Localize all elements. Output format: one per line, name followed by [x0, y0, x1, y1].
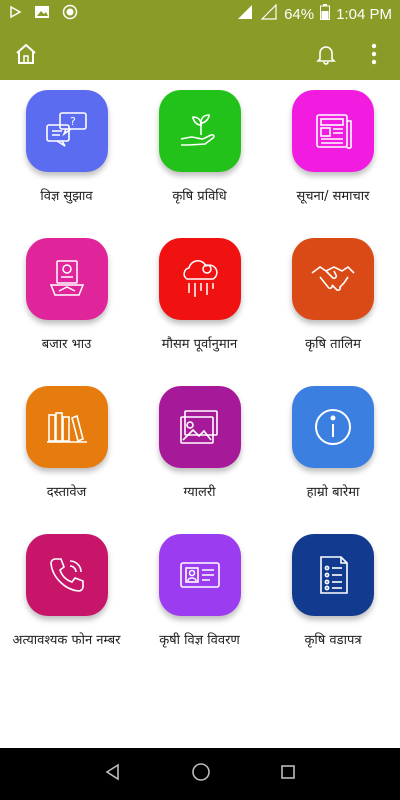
system-nav-bar — [0, 748, 400, 800]
tile-expert-details[interactable]: कृषी विज्ञ विवरण — [133, 534, 266, 668]
id-card-icon — [158, 534, 241, 616]
home-icon[interactable] — [12, 40, 40, 68]
tile-label: अत्यावश्यक फोन नम्बर — [12, 633, 121, 648]
home-circle-icon[interactable] — [191, 762, 211, 786]
chat-question-icon: ? — [25, 90, 108, 172]
books-icon — [25, 386, 108, 468]
tile-label: दस्तावेज — [46, 485, 87, 500]
battery-icon — [320, 4, 331, 24]
market-price-icon — [25, 238, 108, 320]
newspaper-icon — [292, 90, 374, 172]
tile-market-price[interactable]: बजार भाउ — [0, 238, 133, 372]
more-vert-icon[interactable] — [360, 40, 388, 68]
svg-text:?: ? — [70, 115, 76, 128]
info-icon — [292, 386, 374, 468]
tile-citizen-charter[interactable]: कृषि वडापत्र — [266, 534, 400, 668]
tile-about-us[interactable]: हाम्रो बारेमा — [266, 386, 400, 520]
play-icon — [8, 5, 22, 23]
tile-label: कृषि वडापत्र — [304, 633, 362, 648]
battery-percent: 64% — [284, 5, 315, 23]
tile-label: विज्ञ सुझाव — [40, 189, 93, 204]
image-icon — [34, 5, 50, 23]
plant-hand-icon — [158, 90, 241, 172]
tile-label: सूचना/ समाचार — [296, 189, 370, 204]
app-bar — [0, 28, 400, 80]
handshake-icon — [292, 238, 374, 320]
status-bar: 64% 1:04 PM — [0, 0, 400, 28]
tile-news[interactable]: सूचना/ समाचार — [266, 90, 400, 224]
tile-label: मौसम पूर्वानुमान — [161, 337, 238, 352]
signal-icon — [236, 4, 254, 24]
bell-icon[interactable] — [312, 40, 340, 68]
tile-label: कृषि प्रविधि — [172, 189, 227, 204]
tile-label: हाम्रो बारेमा — [306, 485, 360, 500]
tile-label: बजार भाउ — [41, 337, 92, 352]
phone-icon — [25, 534, 108, 616]
clock-time: 1:04 PM — [336, 5, 392, 23]
gallery-icon — [158, 386, 241, 468]
tile-weather[interactable]: मौसम पूर्वानुमान — [133, 238, 266, 372]
tile-label: कृषी विज्ञ विवरण — [159, 633, 240, 648]
back-icon[interactable] — [104, 763, 122, 785]
tile-label: ग्यालरी — [183, 485, 216, 500]
checklist-icon — [292, 534, 374, 616]
signal-empty-icon — [260, 3, 278, 24]
tile-agri-training[interactable]: कृषि तालिम — [266, 238, 400, 372]
circle-icon — [62, 4, 78, 24]
weather-icon — [158, 238, 241, 320]
tile-expert-advice[interactable]: ? विज्ञ सुझाव — [0, 90, 133, 224]
tile-documents[interactable]: दस्तावेज — [0, 386, 133, 520]
tile-gallery[interactable]: ग्यालरी — [133, 386, 266, 520]
tile-agri-technology[interactable]: कृषि प्रविधि — [133, 90, 266, 224]
tile-label: कृषि तालिम — [305, 337, 361, 352]
tile-emergency-phone[interactable]: अत्यावश्यक फोन नम्बर — [0, 534, 133, 668]
recents-icon[interactable] — [280, 764, 296, 784]
menu-grid: ? विज्ञ सुझाव कृषि प्रविधि सूचना/ समाचार — [0, 90, 400, 668]
